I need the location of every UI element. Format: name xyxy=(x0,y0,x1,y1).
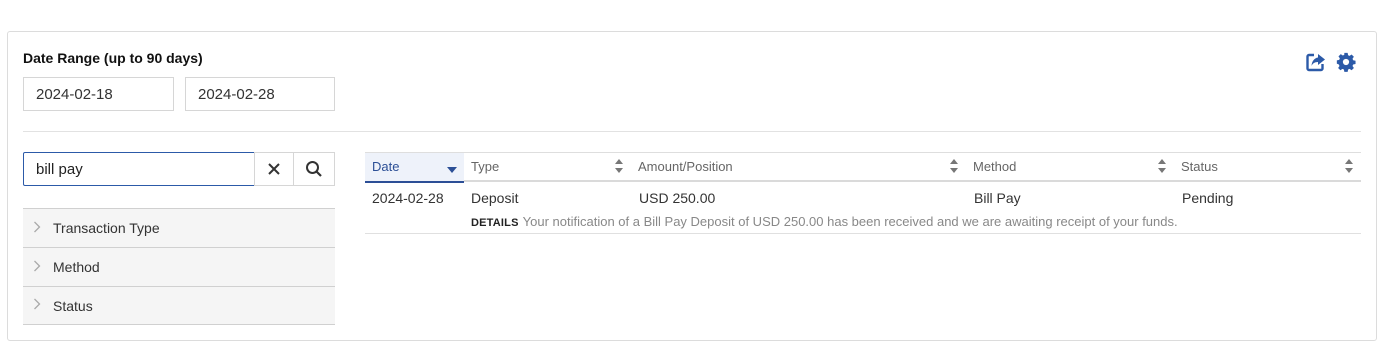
column-header-date[interactable]: Date xyxy=(365,153,464,183)
column-header-amount[interactable]: Amount/Position xyxy=(631,153,966,181)
date-to-field[interactable]: 2024-02-28 xyxy=(185,77,335,111)
close-icon xyxy=(268,163,280,175)
cell-status: Pending xyxy=(1182,190,1234,206)
table-header: Date Type Amount/Position Method Status xyxy=(365,152,1361,183)
filter-method[interactable]: Method xyxy=(23,247,335,286)
share-export-icon[interactable] xyxy=(1305,51,1327,73)
details-label: DETAILS xyxy=(471,217,519,229)
cell-amount: USD 250.00 xyxy=(639,190,716,206)
search-icon xyxy=(306,161,322,177)
filter-label: Status xyxy=(53,297,93,314)
column-header-type[interactable]: Type xyxy=(464,153,631,181)
divider xyxy=(23,131,1361,132)
sort-desc-icon xyxy=(447,167,457,173)
search-bar xyxy=(23,152,335,186)
filter-list: Transaction Type Method Status xyxy=(23,208,335,325)
column-header-status[interactable]: Status xyxy=(1174,153,1361,181)
cell-type: Deposit xyxy=(471,190,519,206)
chevron-right-icon xyxy=(33,260,51,275)
chevron-right-icon xyxy=(33,221,51,236)
row-details: DETAILS Your notification of a Bill Pay D… xyxy=(471,214,1178,229)
filter-status[interactable]: Status xyxy=(23,286,335,325)
chevron-right-icon xyxy=(33,298,51,313)
filter-label: Transaction Type xyxy=(53,220,160,236)
sort-icon xyxy=(950,159,958,173)
search-button[interactable] xyxy=(293,152,335,186)
clear-search-button[interactable] xyxy=(254,152,294,186)
cell-date: 2024-02-28 xyxy=(372,190,444,206)
column-header-method[interactable]: Method xyxy=(966,153,1174,181)
sort-icon xyxy=(615,159,623,173)
sort-icon xyxy=(1345,159,1353,173)
search-input[interactable] xyxy=(23,152,256,186)
details-text: Your notification of a Bill Pay Deposit … xyxy=(522,214,1178,229)
toolbar-icons xyxy=(1305,51,1357,73)
date-range-label: Date Range (up to 90 days) xyxy=(23,50,203,66)
transactions-table: Date Type Amount/Position Method Status … xyxy=(365,152,1361,234)
cell-method: Bill Pay xyxy=(974,190,1021,206)
date-from-field[interactable]: 2024-02-18 xyxy=(23,77,174,111)
sort-icon xyxy=(1158,159,1166,173)
filter-label: Method xyxy=(53,259,100,275)
gear-icon[interactable] xyxy=(1335,51,1357,73)
filter-transaction-type[interactable]: Transaction Type xyxy=(23,208,335,247)
table-row[interactable]: 2024-02-28 Deposit USD 250.00 Bill Pay P… xyxy=(365,182,1361,234)
